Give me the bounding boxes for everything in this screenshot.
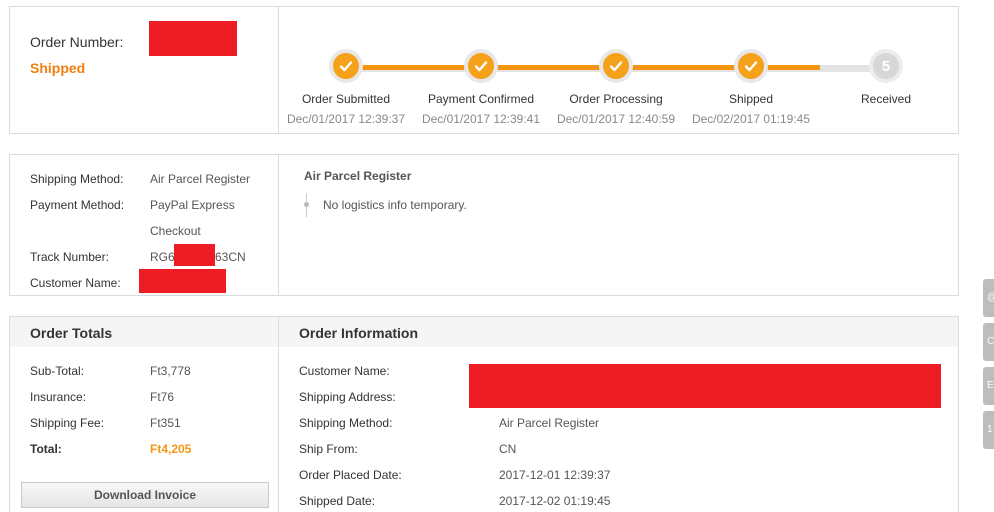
customer-info-redacted <box>469 364 941 408</box>
info-customer-name-label: Customer Name: <box>299 364 390 378</box>
carrier-title: Air Parcel Register <box>304 169 412 183</box>
customer-name-label: Customer Name: <box>30 276 121 290</box>
side-tab-1[interactable]: @ <box>983 279 994 317</box>
shipped-date-label: Shipped Date: <box>299 494 376 508</box>
subtotal-value: Ft3,778 <box>150 364 191 378</box>
shipped-date-value: 2017-12-02 01:19:45 <box>499 494 611 508</box>
step-4-date: Dec/02/2017 01:19:45 <box>691 112 811 126</box>
divider <box>278 155 279 295</box>
customer-name-redacted <box>139 269 226 293</box>
side-tab-3[interactable]: E <box>983 367 994 405</box>
step-1-check-icon <box>329 49 363 83</box>
shipping-details-panel: Shipping Method: Air Parcel Register Pay… <box>9 154 959 296</box>
order-placed-date-value: 2017-12-01 12:39:37 <box>499 468 611 482</box>
side-tab-4[interactable]: 1 <box>983 411 994 449</box>
order-number-redacted <box>149 21 237 56</box>
step-2-check-icon <box>464 49 498 83</box>
insurance-label: Insurance: <box>30 390 87 404</box>
step-3-check-icon <box>599 49 633 83</box>
divider <box>278 317 279 512</box>
shipping-fee-label: Shipping Fee: <box>30 416 105 430</box>
total-value: Ft4,205 <box>150 442 192 456</box>
total-label: Total: <box>30 442 62 456</box>
ship-from-label: Ship From: <box>299 442 358 456</box>
insurance-value: Ft76 <box>150 390 175 404</box>
order-information-title: Order Information <box>299 325 419 341</box>
step-5-number: 5 <box>869 49 903 83</box>
order-placed-date-label: Order Placed Date: <box>299 468 402 482</box>
info-shipping-method-label: Shipping Method: <box>299 416 393 430</box>
order-totals-title: Order Totals <box>30 325 113 341</box>
logistics-info-text: No logistics info temporary. <box>323 198 467 212</box>
track-number-redacted <box>174 244 215 266</box>
order-number-label: Order Number: <box>30 34 124 50</box>
step-4-check-icon <box>734 49 768 83</box>
info-shipping-method-value: Air Parcel Register <box>499 416 600 430</box>
logistics-timeline-dot <box>304 202 309 207</box>
shipping-method-label: Shipping Method: <box>30 172 124 186</box>
info-shipping-address-label: Shipping Address: <box>299 390 396 404</box>
step-5-label: Received <box>860 92 912 106</box>
order-status-panel: Order Number: Shipped 5 Order Submitted … <box>9 6 959 134</box>
payment-method-label: Payment Method: <box>30 198 125 212</box>
shipping-method-value: Air Parcel Register <box>150 172 251 186</box>
subtotal-label: Sub-Total: <box>30 364 85 378</box>
download-invoice-button[interactable]: Download Invoice <box>21 482 269 508</box>
shipping-fee-value: Ft351 <box>150 416 181 430</box>
track-number-suffix[interactable]: 63CN <box>215 250 246 264</box>
track-number-prefix[interactable]: RG6 <box>150 250 175 264</box>
track-number-label: Track Number: <box>30 250 109 264</box>
side-tab-2[interactable]: C <box>983 323 994 361</box>
order-status-text: Shipped <box>30 60 86 76</box>
payment-method-value-line1: PayPal Express <box>150 198 235 212</box>
order-summary-panel: Order Totals Order Information Sub-Total… <box>9 316 959 512</box>
payment-method-value-line2: Checkout <box>150 224 201 238</box>
ship-from-value: CN <box>499 442 517 456</box>
